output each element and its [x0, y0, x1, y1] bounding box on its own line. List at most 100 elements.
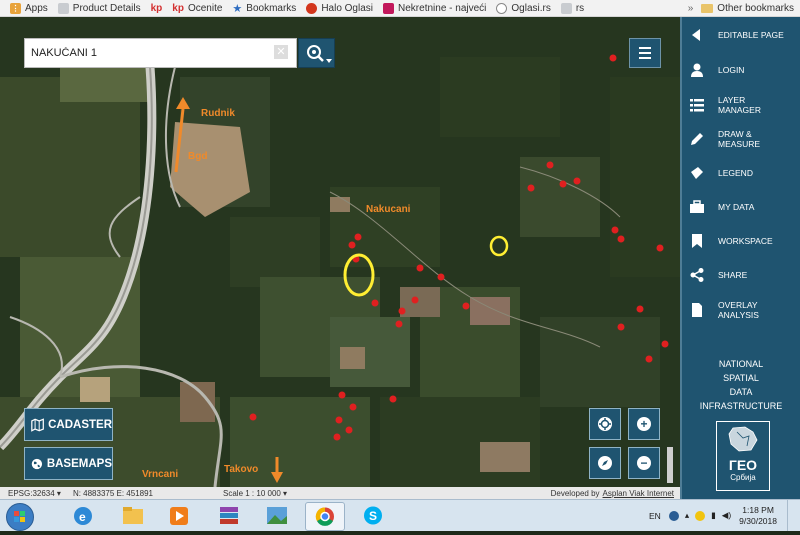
side-panel: EDITABLE PAGE LOGIN LAYER MANAGER DRAW &… [680, 17, 800, 499]
crosshair-icon [598, 417, 612, 431]
clear-search-icon[interactable]: ✕ [274, 45, 288, 59]
panel-item-overlay-analysis[interactable]: OVERLAY ANALYSIS [682, 295, 800, 325]
minus-icon: − [637, 456, 651, 470]
chevron-right-icon: » [687, 2, 694, 14]
hamburger-menu-button[interactable] [629, 38, 661, 68]
menu-icon-line [639, 52, 651, 54]
bookmark-product-details[interactable]: Product Details [57, 2, 141, 14]
panel-item-workspace[interactable]: WORKSPACE [682, 226, 800, 256]
map-view[interactable]: Rudnik Bgd Nakucani Vrncani Takovo ✕ CAD… [0, 17, 680, 487]
other-bookmarks[interactable]: » Other bookmarks [688, 0, 794, 16]
taskbar-explorer[interactable] [114, 502, 152, 529]
kp-icon: kp [150, 2, 163, 14]
basemaps-button[interactable]: BASEMAPS [24, 447, 113, 480]
svg-text:e: e [79, 510, 86, 524]
map-label-vrncani: Vrncani [142, 469, 179, 480]
compass-icon [598, 456, 612, 470]
search-box: ✕ [24, 38, 297, 68]
chrome-icon [315, 507, 334, 526]
panel-item-label: LAYER MANAGER [718, 95, 761, 115]
bookmark-apps[interactable]: ⋮ Apps [10, 2, 48, 14]
briefcase-icon [690, 200, 704, 214]
taskbar-winrar[interactable] [210, 502, 248, 529]
bookmark-label: Product Details [72, 2, 141, 14]
panel-item-draw-measure[interactable]: DRAW & MEASURE [682, 124, 800, 154]
globe-icon [31, 458, 43, 469]
tray-icon[interactable] [695, 510, 706, 521]
svg-text:S: S [369, 509, 377, 523]
network-icon[interactable]: ▮ [711, 510, 716, 521]
panel-item-legend[interactable]: LEGEND [682, 158, 800, 188]
tray-icon[interactable] [668, 510, 679, 521]
chevron-up-icon[interactable]: ▴ [685, 510, 689, 521]
pencil-icon [690, 132, 704, 146]
bookmark-rs[interactable]: rs [560, 2, 584, 14]
bookmark-bookmarks[interactable]: ★ Bookmarks [232, 2, 296, 15]
taskbar-ie[interactable]: e [64, 502, 102, 529]
page-icon [560, 2, 572, 14]
scale-selector[interactable]: Scale 1 : 10 000 ▾ [223, 489, 287, 498]
skype-icon: S [364, 506, 382, 525]
volume-icon[interactable]: ◀) [722, 510, 731, 521]
bookmark-ocenite[interactable]: kp Ocenite [172, 3, 222, 14]
map-status-bar: EPSG:32634 ▾ N: 4883375 E: 451891 Scale … [0, 487, 680, 499]
compass-button[interactable] [589, 447, 621, 479]
panel-item-login[interactable]: LOGIN [682, 55, 800, 85]
panel-item-my-data[interactable]: MY DATA [682, 192, 800, 222]
coordinates-readout: N: 4883375 E: 451891 [72, 488, 154, 498]
search-settings-button[interactable] [298, 38, 335, 68]
locate-button[interactable] [589, 408, 621, 440]
arrow-left-icon [690, 28, 704, 42]
search-input[interactable] [25, 46, 273, 60]
epsg-selector[interactable]: EPSG:32634 ▾ [8, 489, 61, 498]
bookmark-nekretnine[interactable]: Nekretnine - najveći [383, 2, 486, 14]
map-icon [31, 417, 44, 432]
panel-item-label: SHARE [718, 270, 748, 280]
show-desktop-button[interactable] [787, 500, 796, 531]
panel-item-label: DRAW & MEASURE [718, 129, 761, 149]
map-label-nakucani: Nakucani [366, 204, 411, 215]
windows-taskbar: e S EN ▴ ▮ ◀) 1:18 PM 9/30/2018 [0, 499, 800, 531]
zoom-out-button[interactable]: − [628, 447, 660, 479]
start-button[interactable] [6, 503, 34, 531]
nsdi-line: NATIONAL [718, 359, 764, 369]
panel-item-label: EDITABLE PAGE [718, 30, 784, 40]
clock[interactable]: 1:18 PM 9/30/2018 [739, 505, 777, 527]
logo-subtext: Србија [730, 473, 756, 482]
taskbar-photo-viewer[interactable] [258, 502, 296, 529]
bookmark-label: Apps [25, 2, 48, 14]
panel-item-layer-manager[interactable]: LAYER MANAGER [682, 90, 800, 120]
bookmark-icon [690, 234, 704, 248]
bookmark-halo-oglasi[interactable]: Halo Oglasi [306, 2, 373, 14]
folder-icon [123, 507, 143, 524]
tag-icon [690, 166, 704, 180]
language-indicator[interactable]: EN [649, 511, 661, 521]
developer-link[interactable]: Asplan Viak Internet [603, 489, 674, 498]
map-scrollbar[interactable] [667, 447, 673, 483]
taskbar-skype[interactable]: S [354, 502, 392, 529]
user-icon [690, 63, 704, 77]
bookmark-kp[interactable]: kp [151, 3, 163, 14]
bookmarks-bar: ⋮ Apps Product Details kp kp Ocenite ★ B… [0, 0, 800, 17]
star-icon: ★ [232, 2, 243, 15]
bookmark-oglasi[interactable]: Oglasi.rs [496, 2, 551, 14]
zoom-in-button[interactable]: + [628, 408, 660, 440]
panel-item-share[interactable]: SHARE [682, 260, 800, 290]
menu-icon-line [639, 57, 651, 59]
halo-oglasi-icon [306, 2, 318, 14]
bookmark-label: Bookmarks [246, 2, 297, 14]
windows-logo-icon [14, 511, 25, 522]
panel-item-label: LEGEND [718, 168, 753, 178]
taskbar-media-player[interactable] [160, 502, 198, 529]
list-icon [690, 98, 704, 112]
geo-srbija-logo: ГЕО Србија [716, 421, 770, 491]
cadaster-button[interactable]: CADASTER [24, 408, 113, 441]
panel-item-editable-page[interactable]: EDITABLE PAGE [682, 20, 800, 50]
taskbar-chrome[interactable] [305, 502, 345, 531]
map-label-rudnik: Rudnik [201, 108, 235, 119]
basemaps-label: BASEMAPS [46, 457, 112, 470]
page-icon [57, 2, 69, 14]
media-player-icon [170, 507, 188, 525]
folder-icon [701, 3, 714, 13]
nsdi-title: NATIONAL SPATIAL DATA INFRASTRUCTURE [682, 357, 800, 413]
